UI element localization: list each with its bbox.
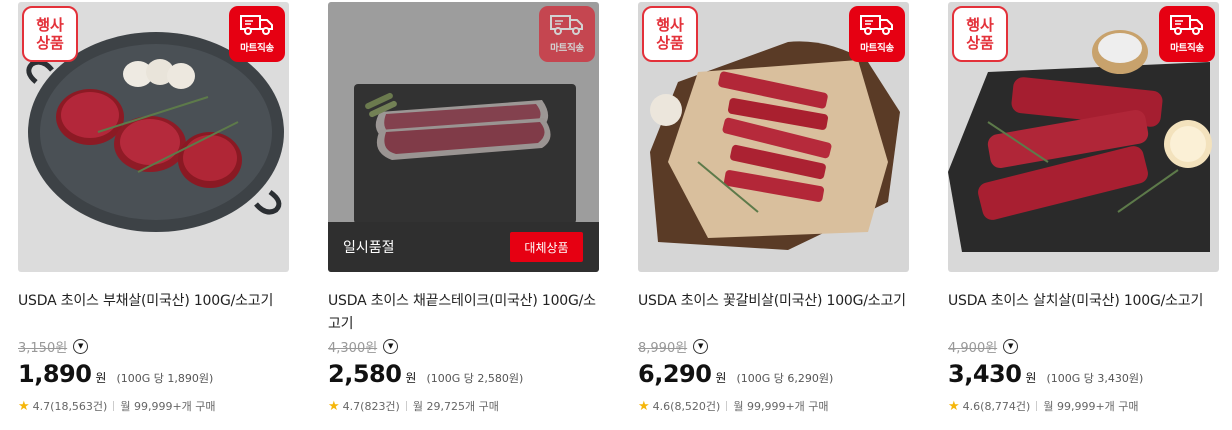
- soldout-text: 일시품절: [343, 240, 395, 256]
- sale-price: 3,430: [948, 360, 1022, 388]
- product-image[interactable]: 행사 상품 마트직송: [638, 2, 909, 272]
- event-badge: 행사 상품: [952, 6, 1008, 62]
- product-card[interactable]: 마트직송 일시품절 대체상품 USDA 초이스 채끝스테이크(미국산) 100G…: [328, 2, 600, 428]
- currency-label: 원: [715, 371, 727, 385]
- product-title[interactable]: USDA 초이스 꽃갈비살(미국산) 100G/소고기: [638, 290, 910, 336]
- event-badge-line1: 행사: [36, 16, 64, 34]
- unit-price: (100G 당 3,430원): [1046, 372, 1144, 385]
- mart-delivery-label: 마트직송: [860, 43, 894, 54]
- divider: [113, 401, 115, 411]
- product-image[interactable]: 마트직송 일시품절 대체상품: [328, 2, 599, 272]
- event-badge-line1: 행사: [966, 16, 994, 34]
- truck-icon: [860, 15, 893, 35]
- mart-delivery-badge: 마트직송: [849, 6, 905, 62]
- price-row: 3,430 원 (100G 당 3,430원): [948, 360, 1220, 390]
- divider: [1036, 401, 1038, 411]
- product-grid: 행사 상품 마트직송 USDA 초이스 부채살(미국산) 100G/소고기 3,…: [0, 0, 1232, 430]
- sale-price: 6,290: [638, 360, 712, 388]
- rating: 4.6(8,520건): [652, 400, 721, 413]
- sale-price: 2,580: [328, 360, 402, 388]
- meta-row: ★ 4.7(18,563건) 월 99,999+개 구매: [18, 398, 290, 414]
- event-badge-line2: 상품: [966, 34, 994, 52]
- meta-row: ★ 4.7(823건) 월 29,725개 구매: [328, 398, 600, 414]
- purchase-count: 월 99,999+개 구매: [1043, 400, 1139, 413]
- event-badge-line2: 상품: [656, 34, 684, 52]
- event-badge-line1: 행사: [656, 16, 684, 34]
- product-card[interactable]: 행사 상품 마트직송 USDA 초이스 살치살(미국산) 100G/소고기 4,…: [948, 2, 1220, 428]
- truck-icon: [240, 15, 273, 35]
- product-image[interactable]: 행사 상품 마트직송: [948, 2, 1219, 272]
- star-icon: ★: [328, 398, 340, 414]
- price-row: 6,290 원 (100G 당 6,290원): [638, 360, 910, 390]
- purchase-count: 월 99,999+개 구매: [120, 400, 216, 413]
- mart-delivery-label: 마트직송: [240, 43, 274, 54]
- divider: [726, 401, 728, 411]
- mart-delivery-badge: 마트직송: [1159, 6, 1215, 62]
- rating: 4.7(18,563건): [32, 400, 108, 413]
- purchase-count: 월 29,725개 구매: [412, 400, 499, 413]
- price-row: 1,890 원 (100G 당 1,890원): [18, 360, 290, 390]
- meta-row: ★ 4.6(8,774건) 월 99,999+개 구매: [948, 398, 1220, 414]
- truck-icon: [550, 15, 583, 35]
- mart-delivery-badge: 마트직송: [229, 6, 285, 62]
- price-row: 2,580 원 (100G 당 2,580원): [328, 360, 600, 390]
- original-price-row: 8,990원 ▼: [638, 336, 910, 356]
- event-badge: 행사 상품: [22, 6, 78, 62]
- original-price: 3,150원: [18, 340, 68, 356]
- currency-label: 원: [405, 371, 417, 385]
- event-badge: 행사 상품: [642, 6, 698, 62]
- chevron-down-circle-icon[interactable]: ▼: [1003, 338, 1019, 354]
- mart-delivery-label: 마트직송: [1170, 43, 1204, 54]
- product-image[interactable]: 행사 상품 마트직송: [18, 2, 289, 272]
- mart-delivery-badge: 마트직송: [539, 6, 595, 62]
- star-icon: ★: [18, 398, 30, 414]
- sale-price: 1,890: [18, 360, 92, 388]
- original-price: 8,990원: [638, 340, 688, 356]
- unit-price: (100G 당 2,580원): [426, 372, 524, 385]
- product-title[interactable]: USDA 초이스 채끝스테이크(미국산) 100G/소고기: [328, 290, 600, 336]
- product-card[interactable]: 행사 상품 마트직송 USDA 초이스 꽃갈비살(미국산) 100G/소고기 8…: [638, 2, 910, 428]
- chevron-down-circle-icon[interactable]: ▼: [383, 338, 399, 354]
- chevron-down-circle-icon[interactable]: ▼: [73, 338, 89, 354]
- original-price-row: 4,900원 ▼: [948, 336, 1220, 356]
- rating: 4.7(823건): [342, 400, 400, 413]
- product-title[interactable]: USDA 초이스 부채살(미국산) 100G/소고기: [18, 290, 290, 336]
- original-price: 4,900원: [948, 340, 998, 356]
- meta-row: ★ 4.6(8,520건) 월 99,999+개 구매: [638, 398, 910, 414]
- truck-icon: [1170, 15, 1203, 35]
- original-price: 4,300원: [328, 340, 378, 356]
- mart-delivery-label: 마트직송: [550, 43, 584, 54]
- unit-price: (100G 당 6,290원): [736, 372, 834, 385]
- chevron-down-circle-icon[interactable]: ▼: [693, 338, 709, 354]
- star-icon: ★: [638, 398, 650, 414]
- currency-label: 원: [1025, 371, 1037, 385]
- original-price-row: 4,300원 ▼: [328, 336, 600, 356]
- rating: 4.6(8,774건): [962, 400, 1031, 413]
- product-card[interactable]: 행사 상품 마트직송 USDA 초이스 부채살(미국산) 100G/소고기 3,…: [18, 2, 290, 428]
- currency-label: 원: [95, 371, 107, 385]
- star-icon: ★: [948, 398, 960, 414]
- substitute-product-button[interactable]: 대체상품: [510, 232, 583, 262]
- divider: [405, 401, 407, 411]
- unit-price: (100G 당 1,890원): [116, 372, 214, 385]
- original-price-row: 3,150원 ▼: [18, 336, 290, 356]
- soldout-bar: 일시품절 대체상품: [328, 222, 599, 272]
- product-title[interactable]: USDA 초이스 살치살(미국산) 100G/소고기: [948, 290, 1220, 336]
- purchase-count: 월 99,999+개 구매: [733, 400, 829, 413]
- event-badge-line2: 상품: [36, 34, 64, 52]
